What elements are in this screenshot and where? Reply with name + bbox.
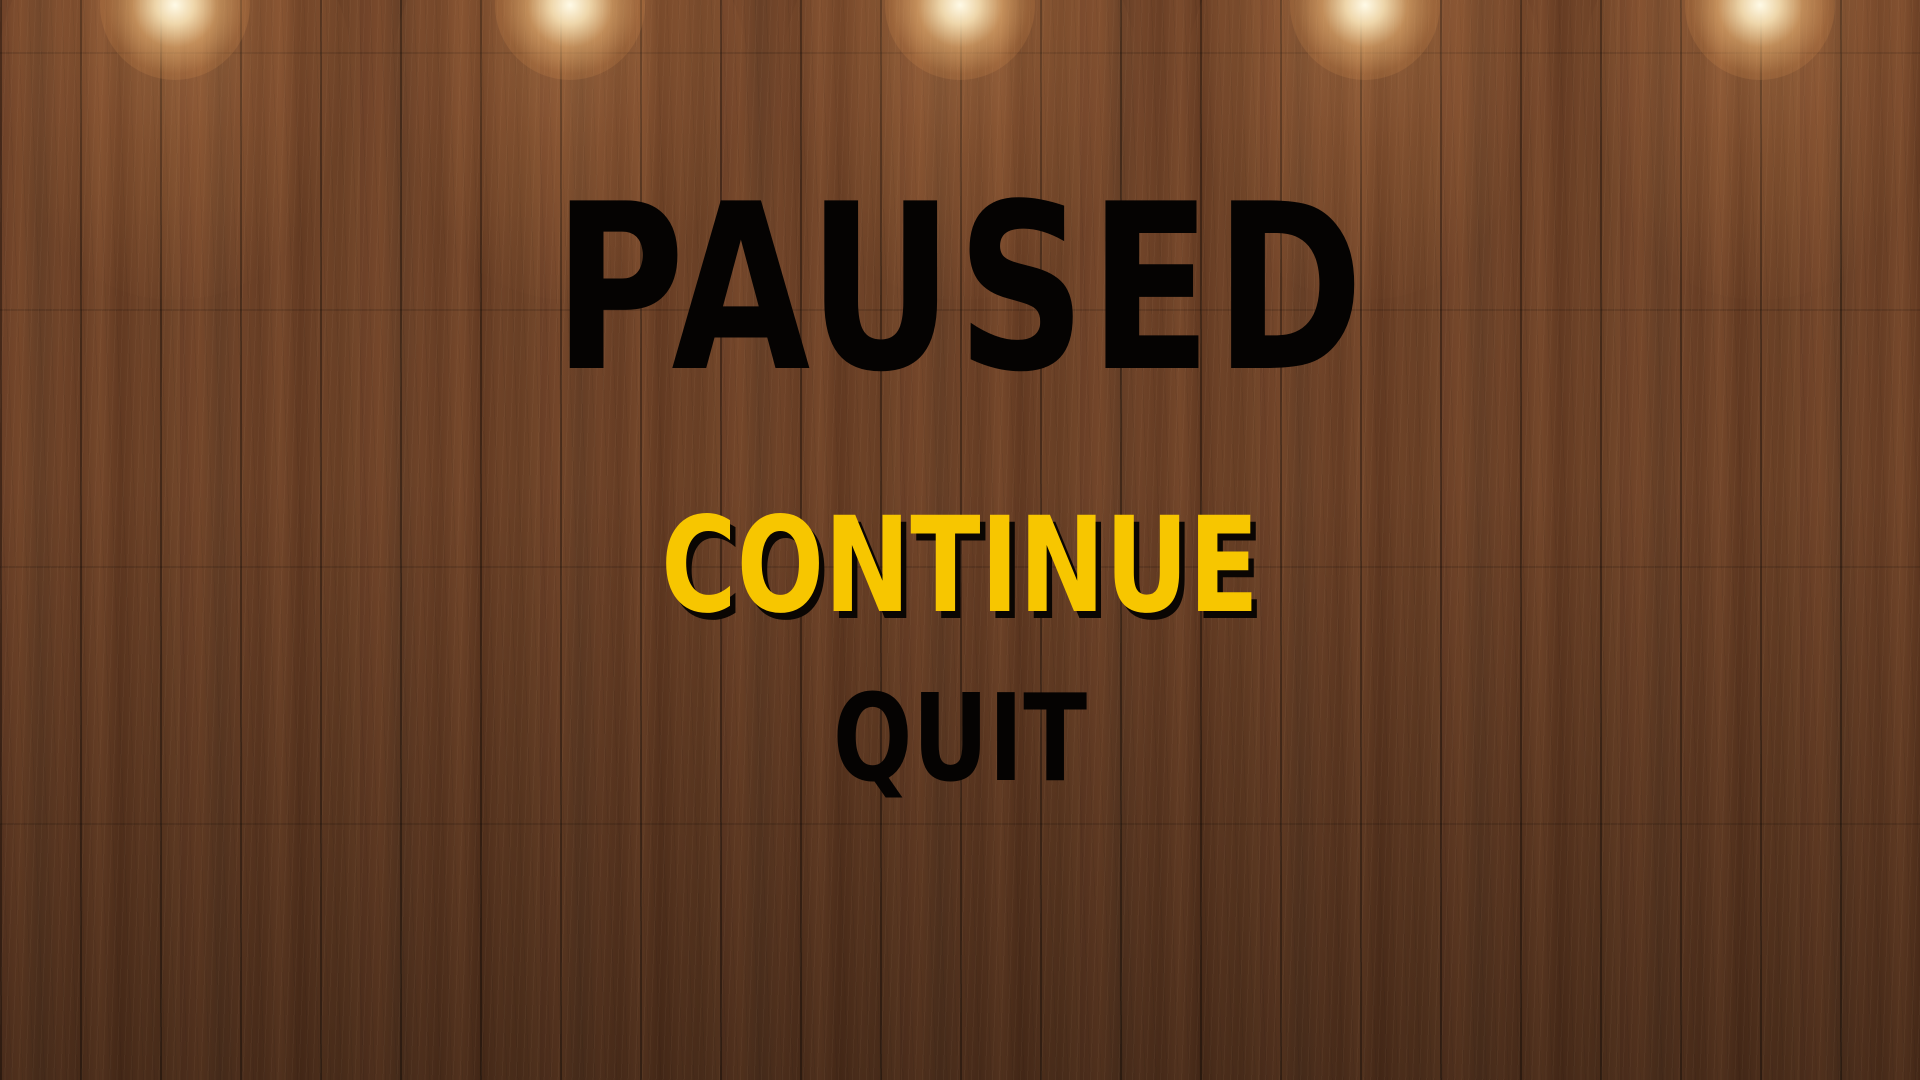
continue-button[interactable]: CONTINUE	[211, 500, 1709, 632]
pause-menu: PAUSED CONTINUE QUIT	[0, 0, 1920, 1080]
pause-title: PAUSED	[553, 156, 1367, 423]
pause-screen: PAUSED CONTINUE QUIT	[0, 0, 1920, 1080]
quit-button[interactable]: QUIT	[211, 680, 1709, 800]
